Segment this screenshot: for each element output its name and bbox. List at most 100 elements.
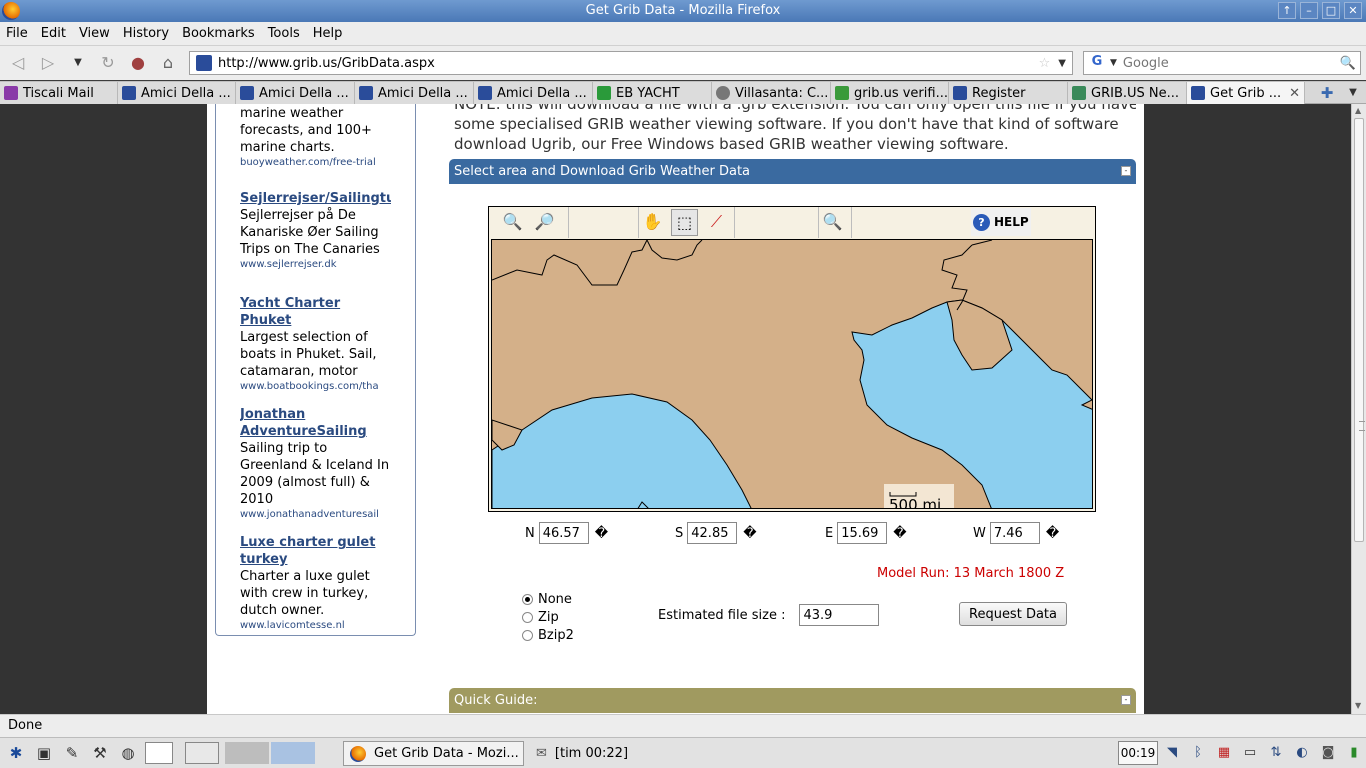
ad-title-link[interactable]: Yacht Charter Phuket — [240, 295, 360, 329]
compression-zip[interactable]: Zip — [522, 608, 574, 626]
menu-tools[interactable]: Tools — [268, 26, 300, 41]
clock[interactable]: 00:19 — [1118, 741, 1158, 765]
south-input[interactable] — [687, 522, 738, 544]
tab-amici-della-4[interactable]: Amici Della ... — [474, 82, 593, 104]
ad-title-link[interactable]: Sejlerrejser/Sailingtu — [240, 190, 391, 207]
battery-icon[interactable]: ▮ — [1342, 742, 1366, 764]
camera-icon[interactable]: ◙ — [1316, 742, 1340, 764]
tab-grib-news[interactable]: GRIB.US Ne... — [1068, 82, 1187, 104]
taskbar-firefox-window[interactable]: Get Grib Data - Mozi... — [343, 741, 524, 766]
menu-edit[interactable]: Edit — [41, 26, 66, 41]
search-bar[interactable]: G ▼ 🔍 — [1083, 51, 1361, 75]
menu-help[interactable]: Help — [313, 26, 343, 41]
zoom-in-icon[interactable]: 🔍 — [499, 209, 526, 236]
ad-url[interactable]: www.lavicomtesse.nl — [240, 619, 391, 632]
stop-icon[interactable]: ● — [124, 50, 152, 76]
start-menu-icon[interactable]: ✱ — [4, 742, 28, 764]
url-text[interactable]: http://www.grib.us/GribData.aspx — [218, 56, 1039, 71]
reload-icon[interactable]: ↻ — [94, 50, 122, 76]
file-size-field: Estimated file size : — [658, 604, 880, 626]
radio-none[interactable] — [522, 593, 533, 605]
tab-close-icon[interactable]: ✕ — [1289, 86, 1300, 101]
north-input[interactable] — [538, 522, 589, 544]
tab-amici-della-1[interactable]: Amici Della ... — [118, 82, 236, 104]
ad-url[interactable]: www.boatbookings.com/tha — [240, 380, 391, 393]
compression-options: None Zip Bzip2 — [522, 590, 574, 644]
settings-icon[interactable]: ⚒ — [88, 742, 112, 764]
tab-tiscali-mail[interactable]: Tiscali Mail — [0, 82, 118, 104]
url-bar[interactable]: http://www.grib.us/GribData.aspx ☆ ▼ — [189, 51, 1073, 75]
search-engine-icon[interactable]: G — [1087, 54, 1107, 72]
tab-amici-della-2[interactable]: Amici Della ... — [236, 82, 355, 104]
bookmark-star-icon[interactable]: ☆ — [1039, 56, 1051, 71]
tab-amici-della-3[interactable]: Amici Della ... — [355, 82, 474, 104]
menu-history[interactable]: History — [123, 26, 169, 41]
radio-zip[interactable] — [522, 611, 533, 623]
window-up-icon[interactable]: ↑ — [1278, 2, 1296, 19]
terminal-icon[interactable]: ▣ — [32, 742, 56, 764]
file-size-input[interactable] — [799, 604, 880, 626]
scroll-down-icon[interactable]: ▼ — [1355, 701, 1361, 710]
menu-bookmarks[interactable]: Bookmarks — [182, 26, 255, 41]
taskbar: ✱ ▣ ✎ ⚒ ◍ Get Grib Data - Mozi... ✉ [tim… — [0, 737, 1366, 768]
collapse-icon[interactable]: - — [1121, 166, 1131, 176]
back-icon[interactable]: ◁ — [4, 50, 32, 76]
forward-icon[interactable]: ▷ — [34, 50, 62, 76]
volume-icon[interactable]: ◐ — [1290, 742, 1314, 764]
collapse-icon[interactable]: - — [1121, 695, 1131, 705]
tab-grib-verify[interactable]: grib.us verifi... — [831, 82, 949, 104]
page-scrollbar[interactable]: ▲ ▼ — [1351, 104, 1366, 714]
notice-line: download Ugrib, our Free Windows based G… — [454, 135, 1009, 153]
pan-hand-icon[interactable]: ✋ — [639, 209, 666, 236]
west-input[interactable] — [989, 522, 1040, 544]
tab-bar: Tiscali Mail Amici Della ... Amici Della… — [0, 81, 1366, 104]
select-area-icon[interactable]: ⬚ — [671, 209, 698, 236]
home-icon[interactable]: ⌂ — [154, 50, 182, 76]
scrollbar-thumb[interactable] — [1354, 118, 1365, 542]
desktop-pager-2[interactable] — [185, 742, 219, 764]
monitor-icon[interactable]: ▭ — [1238, 742, 1262, 764]
desktop-pager-3[interactable] — [225, 742, 269, 764]
window-close-button[interactable]: ✕ — [1344, 2, 1362, 19]
ad-title-link[interactable]: Jonathan AdventureSailing — [240, 406, 391, 440]
network-globe-icon[interactable]: ◍ — [116, 742, 140, 764]
ad-url[interactable]: www.sejlerrejser.dk — [240, 258, 391, 271]
desktop-pager-4[interactable] — [271, 742, 315, 764]
compression-bzip2[interactable]: Bzip2 — [522, 626, 574, 644]
scroll-up-icon[interactable]: ▲ — [1355, 106, 1361, 115]
map-canvas[interactable]: 500 mi — [491, 239, 1093, 509]
ad-title-link[interactable]: Luxe charter gulet turkey — [240, 534, 391, 568]
desktop-pager-1[interactable] — [145, 742, 173, 764]
tab-eb-yacht[interactable]: EB YACHT — [593, 82, 712, 104]
ad-url[interactable]: buoyweather.com/free-trial — [240, 156, 391, 169]
search-engine-dropdown-icon[interactable]: ▼ — [1110, 58, 1117, 68]
measure-icon[interactable]: ⟋ — [703, 209, 730, 236]
network-icon[interactable]: ⇅ — [1264, 742, 1288, 764]
tab-villasanta[interactable]: Villasanta: C... — [712, 82, 831, 104]
history-dropdown-icon[interactable]: ▼ — [64, 50, 92, 76]
zoom-out-icon[interactable]: 🔎 — [531, 209, 558, 236]
help-button[interactable]: ? HELP — [971, 208, 1031, 236]
tab-list-icon[interactable]: ▼ — [1340, 87, 1366, 98]
wifi-icon[interactable]: ◥ — [1160, 742, 1184, 764]
text-editor-icon[interactable]: ✎ — [60, 742, 84, 764]
request-data-button[interactable]: Request Data — [959, 602, 1067, 626]
zoom-extent-icon[interactable]: 🔍 — [819, 209, 846, 236]
search-icon[interactable]: 🔍 — [1340, 56, 1356, 71]
ad-description: Sejlerrejser på De Kanariske Øer Sailing… — [240, 208, 380, 257]
url-dropdown-icon[interactable]: ▼ — [1058, 58, 1066, 69]
menu-view[interactable]: View — [79, 26, 110, 41]
east-input[interactable] — [837, 522, 888, 544]
calendar-icon[interactable]: ▦ — [1212, 742, 1236, 764]
menu-file[interactable]: File — [6, 26, 28, 41]
radio-bzip2[interactable] — [522, 629, 533, 641]
window-minimize-button[interactable]: – — [1300, 2, 1318, 19]
bluetooth-icon[interactable]: ᛒ — [1186, 742, 1210, 764]
search-input[interactable] — [1122, 55, 1340, 71]
compression-none[interactable]: None — [522, 590, 574, 608]
ad-url[interactable]: www.jonathanadventuresail — [240, 508, 391, 521]
tab-get-grib-active[interactable]: Get Grib ... ✕ — [1187, 82, 1305, 104]
new-tab-icon[interactable]: ✚ — [1314, 84, 1340, 102]
tab-register[interactable]: Register — [949, 82, 1068, 104]
window-maximize-button[interactable]: □ — [1322, 2, 1340, 19]
